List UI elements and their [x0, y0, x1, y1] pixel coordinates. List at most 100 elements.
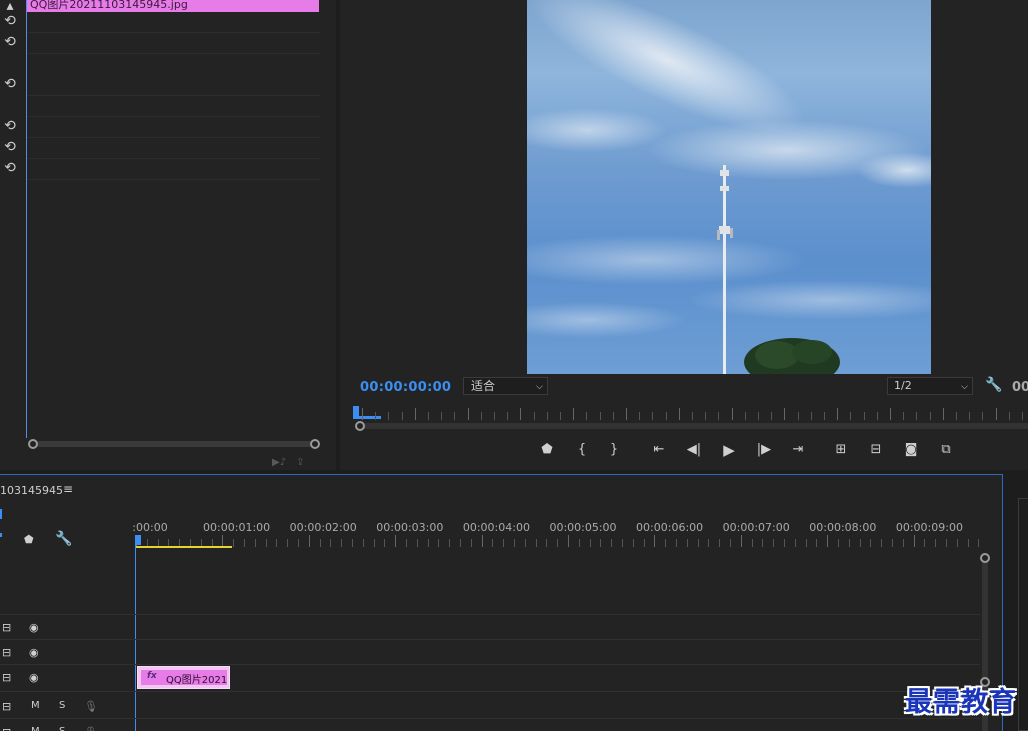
compare-icon[interactable]: ⧉ — [937, 441, 955, 459]
marker-icon[interactable]: ⬟ — [538, 441, 556, 459]
work-area-bar[interactable] — [136, 546, 232, 548]
microphone-icon[interactable]: 🎙 — [84, 726, 98, 731]
timeline-playhead-handle[interactable] — [135, 535, 141, 545]
reset-icon[interactable]: ⟲ — [2, 139, 18, 155]
timeline-ruler[interactable]: :00:00 00:00:01:00 00:00:02:00 00:00:03:00 0… — [132, 519, 980, 549]
go-to-in-icon[interactable]: ⇤ — [650, 441, 668, 459]
toggle-sync-lock-icon[interactable]: ⊟ — [2, 671, 11, 684]
reset-icon[interactable]: ⟲ — [2, 34, 18, 50]
video-track-3-header: ⊟ ◉ — [0, 617, 134, 641]
program-playhead-handle[interactable] — [353, 406, 359, 416]
ruler-tick — [330, 539, 332, 547]
ruler-tick — [265, 539, 267, 547]
ruler-tick — [373, 539, 375, 547]
reset-icon[interactable]: ⟲ — [2, 160, 18, 176]
watermark-logo: 最需教育 — [905, 687, 1017, 718]
add-marker-icon[interactable]: ⬟ — [24, 533, 34, 546]
ruler-tick — [692, 412, 693, 420]
play-audio-icon[interactable]: ▶♪ — [272, 457, 286, 469]
reset-icon[interactable]: ⟲ — [2, 13, 18, 29]
ruler-tick — [1022, 412, 1023, 420]
playhead-timecode[interactable]: 00:00:00:00 — [360, 380, 451, 395]
mute-button[interactable]: M — [31, 700, 40, 711]
mark-out-icon[interactable]: } — [605, 441, 623, 459]
ruler-tick — [427, 539, 429, 547]
ruler-tick — [643, 539, 645, 547]
timeline-playhead-line[interactable] — [135, 545, 136, 731]
ruler-tick — [876, 412, 878, 420]
ruler-tick — [731, 408, 733, 420]
ruler-tick — [507, 412, 509, 420]
playback-resolution-select[interactable]: 1/2 ⌵ — [887, 377, 973, 395]
ruler-tick — [719, 539, 721, 547]
video-track-2-header: ⊟ ◉ — [0, 642, 134, 666]
step-forward-icon[interactable]: |▶ — [755, 441, 773, 459]
ruler-tick — [481, 535, 483, 547]
ruler-tick — [784, 408, 786, 420]
ruler-tick — [626, 408, 627, 420]
toggle-visibility-eye-icon[interactable]: ◉ — [29, 671, 39, 684]
ruler-tick — [995, 408, 997, 420]
ruler-tick — [929, 412, 931, 420]
ruler-tick — [492, 539, 494, 547]
go-to-out-icon[interactable]: ⇥ — [789, 441, 807, 459]
ruler-tick — [969, 412, 971, 420]
program-zoom-scrollbar[interactable] — [355, 421, 1028, 431]
timeline-settings-wrench-icon[interactable]: 🔧 — [55, 531, 72, 547]
ruler-tick — [810, 412, 812, 420]
row-divider — [27, 137, 320, 138]
play-icon[interactable]: ▶ — [720, 441, 738, 459]
effect-controls-playhead[interactable] — [26, 0, 27, 438]
extract-icon[interactable]: ⊟ — [867, 441, 885, 459]
mute-button[interactable]: M — [31, 726, 40, 731]
timeline-panel: 103145945 ≡ ⬟ 🔧 :00:00 00:00:01:00 00:00:0… — [0, 474, 1003, 731]
ruler-tick — [978, 539, 980, 547]
ruler-tick — [946, 539, 947, 547]
effect-controls-clip-bar[interactable]: QQ图片20211103145945.jpg — [27, 0, 319, 12]
scroll-handle-left[interactable] — [355, 421, 365, 431]
ruler-tick — [375, 412, 377, 420]
toggle-sync-lock-icon[interactable]: ⊟ — [2, 700, 11, 713]
toggle-sync-lock-icon[interactable]: ⊟ — [2, 646, 11, 659]
export-frame-icon[interactable]: ◙ — [902, 441, 920, 459]
mark-in-icon[interactable]: { — [573, 441, 591, 459]
solo-button[interactable]: S — [59, 726, 65, 731]
ruler-tick — [1008, 412, 1010, 420]
duration-timecode: 00 — [1012, 380, 1028, 395]
toggle-sync-lock-icon[interactable]: ⊟ — [2, 726, 11, 731]
zoom-level-value: 适合 — [471, 379, 496, 393]
ruler-tick — [341, 539, 343, 547]
ruler-tick — [902, 539, 904, 547]
export-icon[interactable]: ⇪ — [296, 457, 310, 469]
toggle-visibility-eye-icon[interactable]: ◉ — [29, 646, 39, 659]
sequence-tab[interactable]: 103145945 — [0, 484, 63, 497]
reset-icon[interactable]: ⟲ — [2, 76, 18, 92]
transport-controls: ⬟ { } ⇤ ◀| ▶ |▶ ⇥ ⊞ ⊟ ◙ ⧉ — [538, 441, 968, 459]
effect-controls-zoom-scrollbar[interactable] — [28, 439, 320, 449]
reset-icon[interactable]: ⟲ — [2, 118, 18, 134]
ruler-tick — [467, 408, 469, 420]
track-divider — [0, 718, 980, 719]
solo-button[interactable]: S — [59, 700, 65, 711]
ruler-tick — [982, 412, 984, 420]
scroll-handle-right[interactable] — [310, 439, 320, 449]
row-divider — [27, 95, 320, 96]
settings-wrench-icon[interactable]: 🔧 — [985, 377, 1002, 393]
toggle-visibility-eye-icon[interactable]: ◉ — [29, 621, 39, 634]
ruler-tick — [816, 539, 818, 547]
scroll-handle-top[interactable] — [980, 553, 990, 563]
track-divider — [0, 691, 980, 692]
zoom-level-select[interactable]: 适合 ⌵ — [463, 377, 548, 395]
panel-menu-icon[interactable]: ≡ — [63, 482, 73, 496]
video-clip[interactable]: fx QQ图片2021 — [137, 666, 230, 689]
lift-icon[interactable]: ⊞ — [832, 441, 850, 459]
track-divider — [0, 639, 980, 640]
microphone-icon[interactable]: 🎙 — [84, 700, 98, 713]
ruler-label: 00:00:01:00 — [203, 521, 271, 534]
step-back-icon[interactable]: ◀| — [685, 441, 703, 459]
scroll-handle-left[interactable] — [28, 439, 38, 449]
collapse-icon[interactable]: ▴ — [2, 0, 18, 14]
program-time-ruler[interactable] — [352, 404, 1028, 420]
toggle-sync-lock-icon[interactable]: ⊟ — [2, 621, 11, 634]
ruler-tick — [244, 539, 245, 547]
